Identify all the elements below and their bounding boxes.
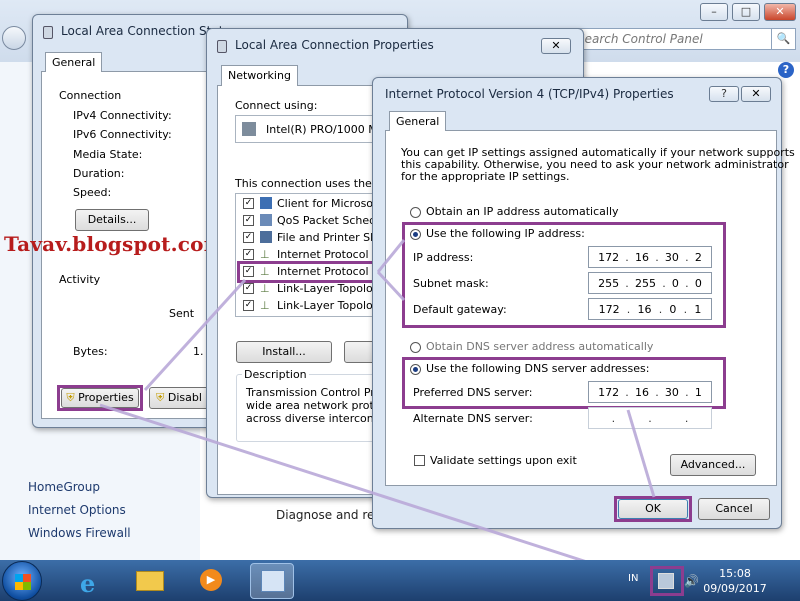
annotation-arrows: [99, 239, 656, 585]
internet-explorer-icon[interactable]: e: [70, 563, 114, 599]
network-tray-icon[interactable]: [658, 573, 674, 589]
arrow-dns-to-ok: [626, 409, 656, 498]
ie-glyph: e: [80, 569, 96, 598]
control-panel-taskbar-icon[interactable]: [250, 563, 294, 599]
clock[interactable]: 15:08 09/09/2017: [690, 566, 780, 596]
clock-date: 09/09/2017: [703, 582, 767, 595]
folder-shape: [136, 571, 164, 591]
arrow-item-to-ip: [376, 239, 406, 273]
arrow-properties-to-item: [143, 278, 247, 392]
arrow-item-to-dns: [376, 270, 406, 302]
windows-logo-icon: [15, 574, 31, 590]
control-panel-glyph: [261, 570, 285, 592]
play-glyph: ▶: [200, 569, 222, 591]
explorer-icon[interactable]: [128, 563, 172, 599]
clock-time: 15:08: [719, 567, 751, 580]
language-indicator[interactable]: IN: [628, 573, 638, 584]
start-button[interactable]: [2, 561, 42, 601]
arrow-properties-to-tray: [99, 403, 653, 585]
media-player-icon[interactable]: ▶: [188, 563, 232, 599]
